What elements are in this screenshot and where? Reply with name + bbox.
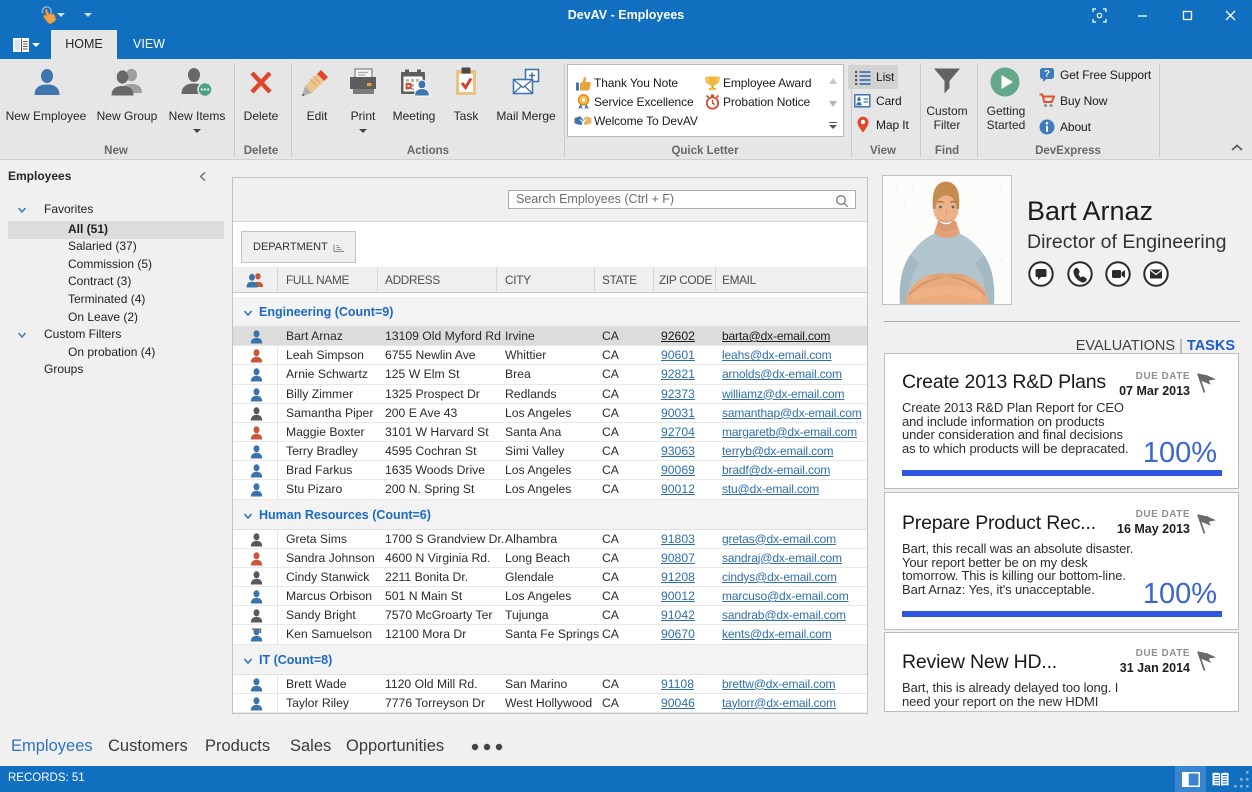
svg-text:?: ? [1044,69,1050,80]
